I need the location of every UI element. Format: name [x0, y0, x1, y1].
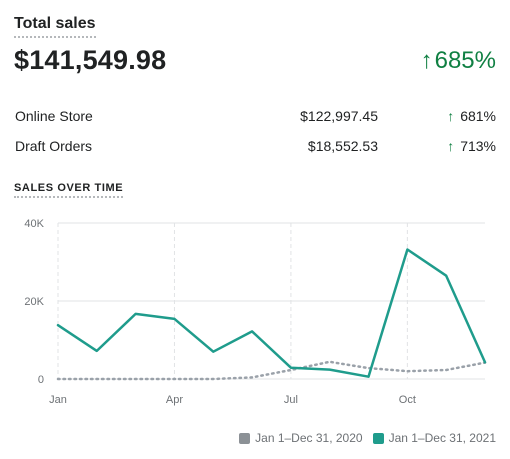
- legend-label: Jan 1–Dec 31, 2021: [388, 431, 496, 445]
- breakdown-change-percent: 681%: [460, 108, 496, 124]
- breakdown-change: ↑ 681%: [447, 108, 496, 124]
- card-title[interactable]: Total sales: [14, 14, 96, 38]
- legend-swatch: [239, 432, 251, 444]
- sales-over-time-heading[interactable]: SALES OVER TIME: [14, 182, 124, 198]
- arrow-up-icon: ↑: [447, 138, 455, 154]
- y-tick-label: 0: [38, 374, 44, 386]
- series-line-2021[interactable]: [56, 248, 487, 378]
- breakdown-value: $122,997.45: [300, 108, 378, 124]
- sales-breakdown: Online Store $122,997.45 ↑ 681% Draft Ord…: [14, 108, 496, 168]
- x-tick-label: Jan: [49, 394, 67, 406]
- sales-over-time-chart[interactable]: 40K 20K 0 Jan Apr Jul Oct: [0, 205, 510, 415]
- breakdown-value: $18,552.53: [307, 138, 378, 154]
- legend-item-2021[interactable]: Jan 1–Dec 31, 2021: [372, 431, 496, 445]
- breakdown-row-online-store: Online Store $122,997.45 ↑ 681%: [14, 108, 496, 138]
- legend-item-2020[interactable]: Jan 1–Dec 31, 2020: [239, 431, 363, 445]
- breakdown-change: ↑ 713%: [447, 138, 496, 154]
- y-tick-label: 20K: [24, 296, 44, 308]
- breakdown-change-percent: 713%: [460, 138, 496, 154]
- legend-label: Jan 1–Dec 31, 2020: [255, 431, 363, 445]
- arrow-up-icon: ↑: [447, 108, 455, 124]
- series-line-2020[interactable]: [56, 360, 487, 381]
- total-sales-card: Total sales $141,549.98 ↑ 685% Online St…: [0, 0, 510, 459]
- breakdown-row-draft-orders: Draft Orders $18,552.53 ↑ 713%: [14, 138, 496, 168]
- arrow-up-icon: ↑: [420, 47, 433, 74]
- x-tick-label: Apr: [166, 394, 183, 406]
- y-tick-label: 40K: [24, 218, 44, 230]
- chart-legend: Jan 1–Dec 31, 2020 Jan 1–Dec 31, 2021: [229, 431, 496, 445]
- total-change-percent: 685%: [434, 47, 496, 74]
- breakdown-label: Online Store: [15, 108, 93, 124]
- legend-swatch: [372, 432, 384, 444]
- total-sales-value: $141,549.98: [14, 45, 167, 75]
- x-tick-label: Oct: [399, 394, 416, 406]
- total-change-indicator: ↑ 685%: [421, 47, 496, 75]
- breakdown-label: Draft Orders: [15, 138, 93, 154]
- x-tick-label: Jul: [284, 394, 298, 406]
